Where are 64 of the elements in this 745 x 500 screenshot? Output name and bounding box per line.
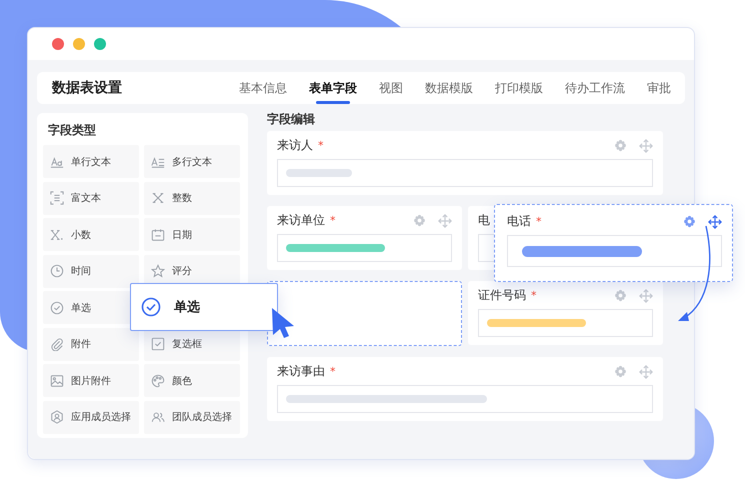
input-field[interactable] bbox=[507, 235, 722, 267]
tab[interactable]: 待办工作流 bbox=[565, 72, 625, 104]
check-circle-icon bbox=[50, 300, 64, 314]
user-badge-icon bbox=[50, 410, 64, 424]
field-type-item[interactable]: 单行文本 bbox=[43, 145, 139, 178]
field-type-item[interactable]: 整数 bbox=[144, 182, 240, 214]
field-label: 来访单位 bbox=[277, 212, 325, 229]
settings-icon[interactable] bbox=[683, 215, 696, 228]
chip-label: 单选 bbox=[174, 299, 200, 316]
settings-icon[interactable] bbox=[614, 139, 627, 152]
calendar-icon bbox=[151, 228, 165, 242]
settings-icon[interactable] bbox=[614, 289, 627, 302]
star-icon bbox=[151, 264, 165, 278]
tab[interactable]: 表单字段 bbox=[309, 72, 357, 104]
checkbox-icon bbox=[151, 337, 165, 351]
maximize-dot[interactable] bbox=[94, 38, 106, 50]
field-type-item[interactable]: 小数 bbox=[43, 218, 139, 251]
required-mark: * bbox=[330, 365, 336, 378]
field-type-item[interactable]: 颜色 bbox=[144, 364, 240, 397]
move-icon[interactable] bbox=[708, 214, 722, 228]
image-icon bbox=[50, 374, 64, 388]
tab[interactable]: 视图 bbox=[379, 72, 403, 104]
field-label: 电 bbox=[478, 212, 490, 229]
panel-title: 字段类型 bbox=[47, 122, 97, 139]
required-mark: * bbox=[330, 214, 336, 227]
x-icon bbox=[151, 191, 165, 205]
tab[interactable]: 打印模版 bbox=[495, 72, 543, 104]
palette-icon bbox=[151, 374, 165, 388]
field-type-item[interactable]: 多行文本 bbox=[144, 145, 240, 178]
minimize-dot[interactable] bbox=[73, 38, 85, 50]
font-icon bbox=[50, 154, 64, 168]
required-mark: * bbox=[536, 215, 542, 228]
x-dot-icon bbox=[50, 228, 64, 242]
paperclip-icon bbox=[50, 337, 64, 351]
required-mark: * bbox=[531, 289, 536, 302]
field-label: 来访事由 bbox=[277, 363, 325, 380]
check-circle-icon bbox=[141, 297, 161, 317]
field-label: 证件号码 bbox=[478, 287, 526, 304]
field-type-item[interactable]: 团队成员选择 bbox=[144, 400, 240, 434]
clock-icon bbox=[50, 264, 64, 278]
tab[interactable]: 审批 bbox=[647, 72, 671, 104]
close-dot[interactable] bbox=[52, 38, 64, 50]
cursor-icon bbox=[270, 307, 296, 340]
field-type-item[interactable]: 附件 bbox=[43, 328, 139, 360]
tab[interactable]: 基本信息 bbox=[239, 72, 287, 104]
input-field[interactable] bbox=[478, 309, 653, 337]
input-field[interactable] bbox=[277, 234, 452, 262]
input-field[interactable] bbox=[277, 159, 653, 187]
settings-icon[interactable] bbox=[413, 214, 426, 227]
tab[interactable]: 数据模版 bbox=[425, 72, 473, 104]
field-type-item[interactable]: 图片附件 bbox=[43, 364, 139, 397]
input-field[interactable] bbox=[277, 385, 653, 413]
page-title: 数据表设置 bbox=[52, 79, 123, 97]
field-label: 电话 bbox=[507, 213, 531, 230]
field-label: 来访人 bbox=[277, 137, 313, 154]
field-type-item[interactable]: 日期 bbox=[144, 218, 240, 251]
frame-lines-icon bbox=[50, 191, 64, 205]
field-type-item[interactable]: 富文本 bbox=[43, 182, 139, 214]
settings-icon[interactable] bbox=[614, 365, 627, 378]
users-icon bbox=[151, 410, 165, 424]
section-title: 字段编辑 bbox=[267, 111, 316, 128]
field-type-item[interactable]: 时间 bbox=[43, 254, 139, 288]
required-mark: * bbox=[318, 139, 324, 152]
field-type-item[interactable]: 应用成员选择 bbox=[43, 400, 139, 434]
